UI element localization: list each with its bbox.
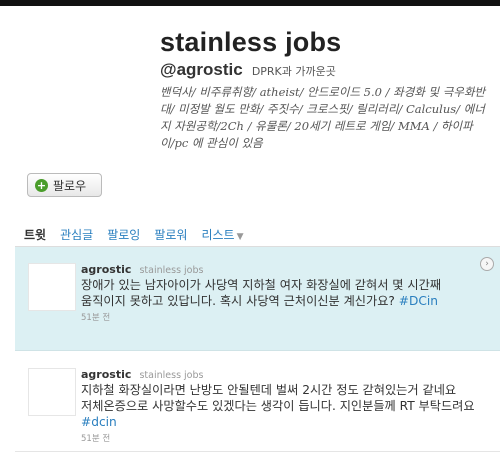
tweet-timestamp[interactable]: 51분 전 [81,311,486,323]
tweet-text: 지하철 화장실이라면 난방도 안될텐데 벌써 2시간 정도 갇혀있는거 같네요 … [81,382,486,430]
tweet-body: agrostic stainless jobs 장애가 있는 남자아이가 사당역… [81,261,486,323]
tweet-author[interactable]: agrostic [81,368,131,381]
tweet-text-body: 장애가 있는 남자아이가 사당역 지하철 여자 화장실에 갇혀서 몇 시간째 움… [81,278,442,308]
tab-lists-label: 리스트 [201,228,235,242]
top-bar [0,0,500,6]
follow-button-label: 팔로우 [53,178,87,193]
handle-row: @agrostic DPRK과 가까운곳 [160,60,495,82]
tweet-item[interactable]: agrostic stainless jobs 지하철 화장실이라면 난방도 안… [15,352,500,452]
tweet-text-body: 지하철 화장실이라면 난방도 안될텐데 벌써 2시간 정도 갇혀있는거 같네요 … [81,383,475,413]
profile-header: stainless jobs @agrostic DPRK과 가까운곳 밴덕사/… [160,26,495,152]
tab-followers[interactable]: 팔로워 [154,226,187,243]
hashtag-link[interactable]: #dcin [81,415,117,429]
tweet-meta: agrostic stainless jobs [81,366,486,382]
tweet-body: agrostic stainless jobs 지하철 화장실이라면 난방도 안… [81,366,486,444]
profile-tabs: 트윗 관심글 팔로잉 팔로워 리스트 ▼ [24,226,258,243]
tab-tweets[interactable]: 트윗 [24,226,46,243]
hashtag-link[interactable]: #DCin [399,294,438,308]
profile-handle: @agrostic [160,60,243,79]
tweet-fullname: stainless jobs [139,370,204,381]
expand-icon[interactable]: › [480,257,494,271]
profile-bio: 밴덕사/ 비주류취향/ atheist/ 안드로이드 5.0 / 좌경화 및 극… [160,85,486,150]
tweet-timestamp[interactable]: 51분 전 [81,432,486,444]
tweet-item[interactable]: agrostic stainless jobs 장애가 있는 남자아이가 사당역… [15,247,500,351]
tab-favorites[interactable]: 관심글 [60,226,93,243]
avatar[interactable] [28,368,76,416]
tweet-fullname: stainless jobs [139,265,204,276]
tweet-meta: agrostic stainless jobs [81,261,486,277]
plus-icon: + [35,178,48,192]
profile-location: DPRK과 가까운곳 [251,65,336,78]
tab-following[interactable]: 팔로잉 [107,226,140,243]
profile-name: stainless jobs [160,27,342,57]
tweet-author[interactable]: agrostic [81,263,131,276]
follow-button[interactable]: + 팔로우 [27,173,102,197]
tweet-text: 장애가 있는 남자아이가 사당역 지하철 여자 화장실에 갇혀서 몇 시간째 움… [81,277,486,309]
avatar[interactable] [28,263,76,311]
tab-lists[interactable]: 리스트 ▼ [201,226,243,243]
chevron-down-icon: ▼ [236,232,244,242]
